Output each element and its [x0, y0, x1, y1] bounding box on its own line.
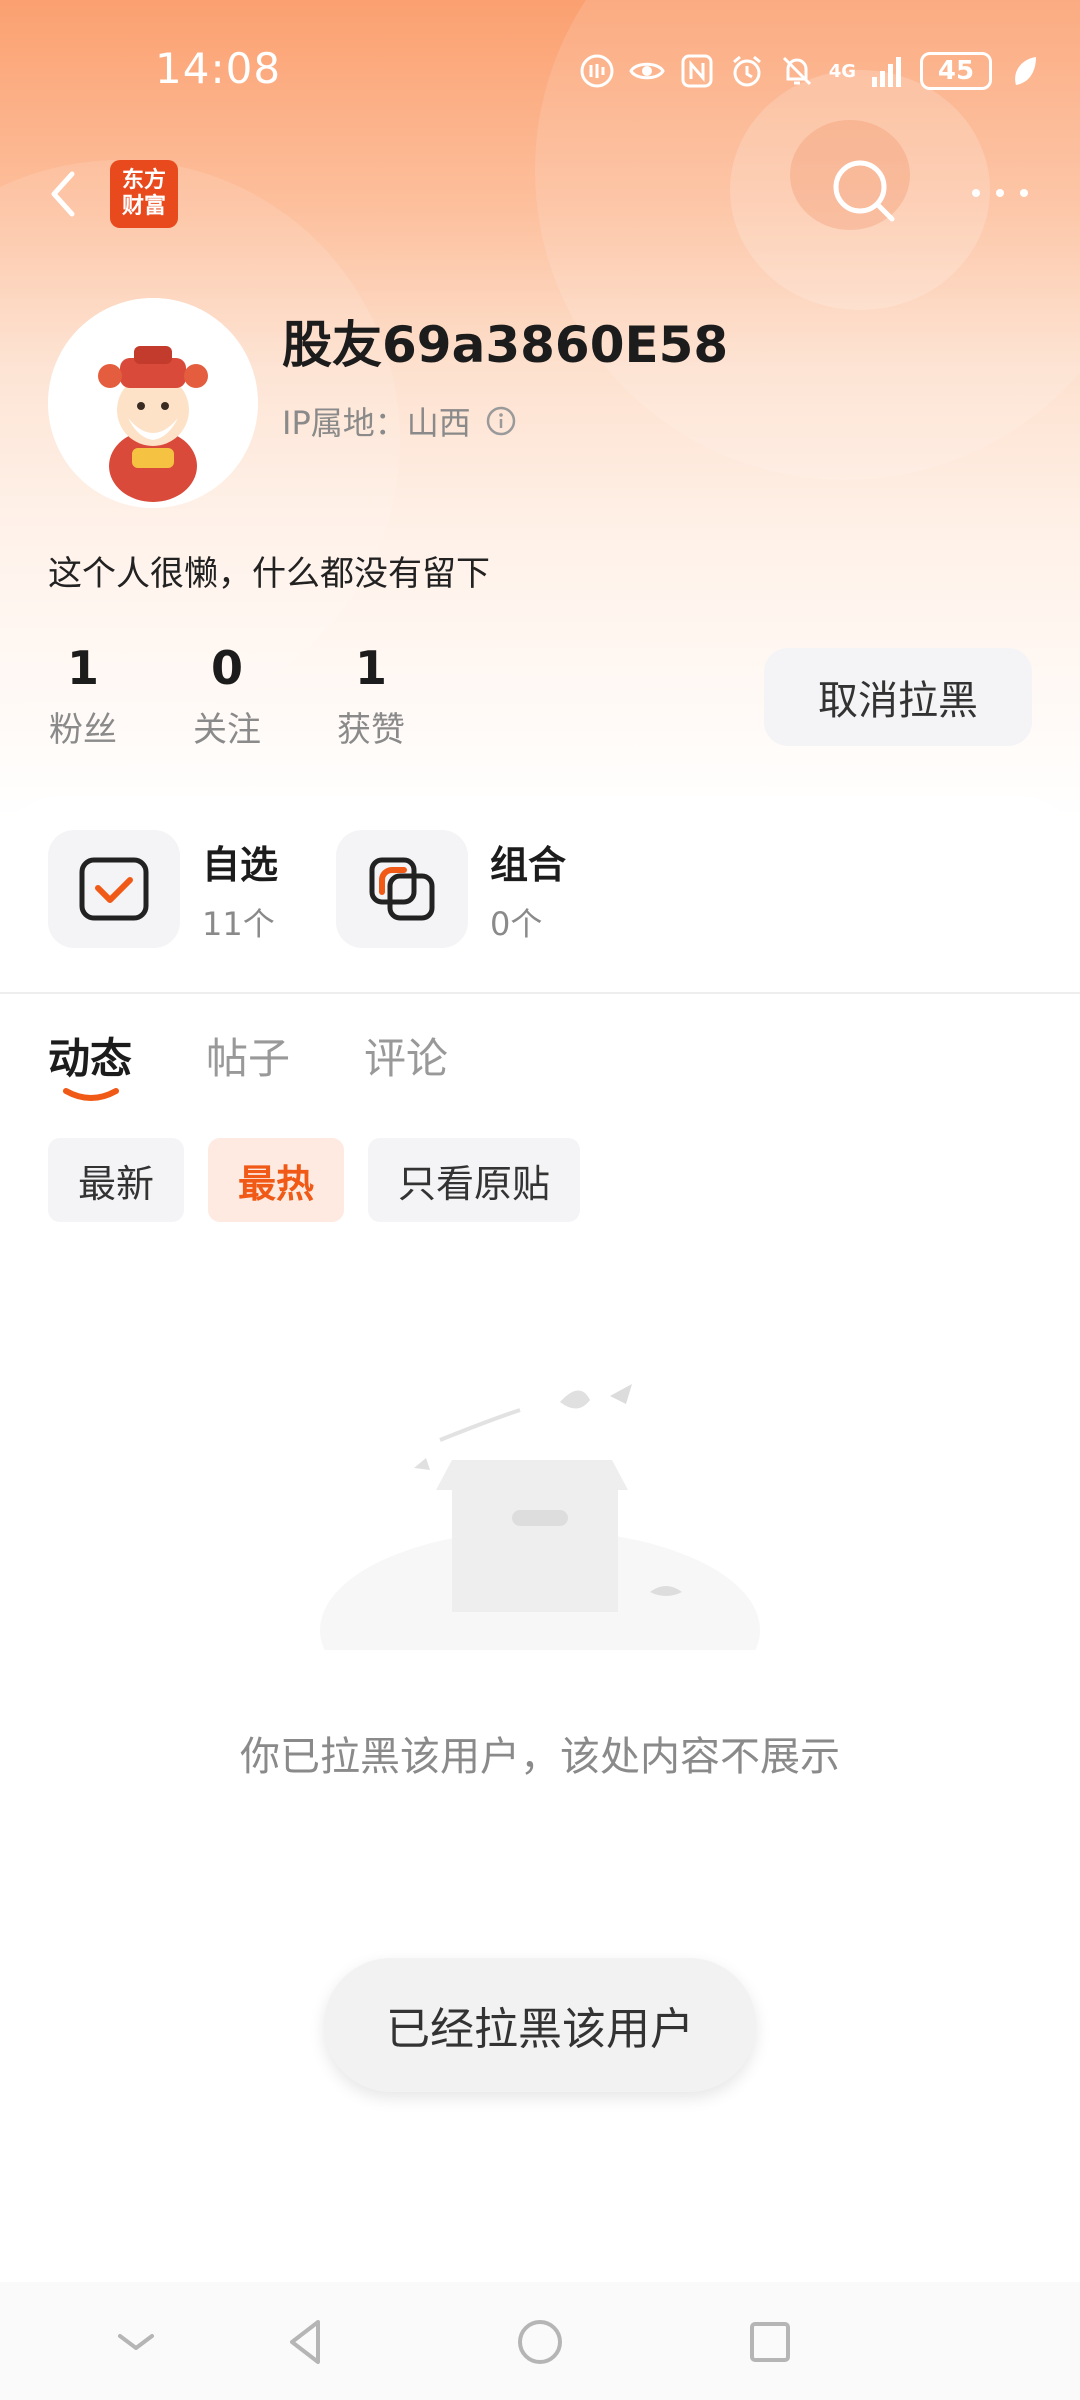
tab-label: 动态 [48, 1034, 133, 1083]
portfolio-count: 0个 [490, 904, 543, 943]
status-icons: 4G 45 [579, 48, 1042, 94]
nfc-icon [679, 53, 715, 89]
home-circle-icon[interactable] [510, 2312, 570, 2372]
portfolio-entry[interactable]: 组合 0个 [336, 830, 566, 948]
stat-following[interactable]: 0 关注 [182, 640, 272, 751]
recents-square-icon[interactable] [740, 2312, 800, 2372]
tab-comments[interactable]: 评论 [364, 1025, 448, 1086]
stat-label: 获赞 [337, 710, 405, 750]
ip-location-row: IP属地：山西 [282, 398, 517, 444]
tab-label: 评论 [364, 1034, 449, 1083]
mute-icon [779, 53, 815, 89]
tab-posts[interactable]: 帖子 [206, 1025, 290, 1086]
watchlist-entry[interactable]: 自选 11个 [48, 830, 278, 948]
stat-value: 1 [66, 641, 99, 695]
speed-icon [579, 53, 615, 89]
status-bar: 14:08 4G 45 [0, 0, 1080, 140]
ip-location: 山西 [406, 404, 471, 442]
leaf-icon [1006, 53, 1042, 89]
overlap-squares-icon [369, 857, 435, 921]
alarm-icon [729, 53, 765, 89]
more-options-icon[interactable] [968, 175, 1032, 211]
tab-activity[interactable]: 动态 [48, 1025, 133, 1101]
tab-label: 帖子 [206, 1034, 291, 1083]
watchlist-count: 11个 [202, 904, 275, 943]
watchlist-title: 自选 [202, 842, 279, 887]
network-label: 4G [828, 60, 856, 82]
battery-indicator: 45 [920, 52, 992, 90]
username: 股友69a3860E58 [282, 316, 729, 374]
search-icon[interactable] [828, 155, 900, 227]
eye-icon [628, 53, 665, 89]
filter-original-only[interactable]: 只看原贴 [368, 1138, 581, 1222]
stat-label: 粉丝 [49, 710, 117, 750]
stat-value: 0 [210, 641, 243, 695]
watchlist-icon-box [48, 830, 180, 948]
signal-icon [870, 53, 906, 89]
stat-followers[interactable]: 1 粉丝 [38, 640, 128, 751]
avatar[interactable] [48, 298, 258, 508]
filter-hottest[interactable]: 最热 [208, 1138, 345, 1222]
status-time: 14:08 [155, 44, 282, 93]
checkbox-icon [79, 857, 149, 921]
brand-logo: 东方 财富 [110, 160, 178, 228]
stat-label: 关注 [193, 710, 261, 750]
back-arrow-icon[interactable] [40, 160, 90, 230]
unblock-button[interactable]: 取消拉黑 [764, 648, 1032, 746]
filter-chips: 最新 最热 只看原贴 [48, 1138, 581, 1222]
logo-text-top: 东方 [121, 168, 166, 193]
portfolio-icon-box [336, 830, 468, 948]
stat-value: 1 [354, 641, 387, 695]
chevron-down-icon[interactable] [106, 2312, 166, 2372]
logo-text-bottom: 财富 [121, 194, 166, 219]
back-triangle-icon[interactable] [278, 2312, 338, 2372]
filter-latest[interactable]: 最新 [48, 1138, 185, 1222]
content-tabs: 动态 帖子 评论 [48, 1025, 448, 1101]
section-divider [0, 992, 1080, 994]
info-icon[interactable] [485, 405, 517, 437]
portfolio-title: 组合 [490, 842, 567, 887]
fortune-god-avatar-icon [48, 298, 258, 508]
stat-likes[interactable]: 1 获赞 [326, 640, 416, 751]
ip-label: IP属地： [282, 404, 407, 442]
tab-active-indicator [63, 1088, 119, 1101]
bio-text: 这个人很懒，什么都没有留下 [48, 554, 490, 594]
empty-box-illustration [320, 1384, 760, 1650]
empty-state-message: 你已拉黑该用户，该处内容不展示 [240, 1734, 840, 1780]
toast-message: 已经拉黑该用户 [324, 1958, 756, 2092]
